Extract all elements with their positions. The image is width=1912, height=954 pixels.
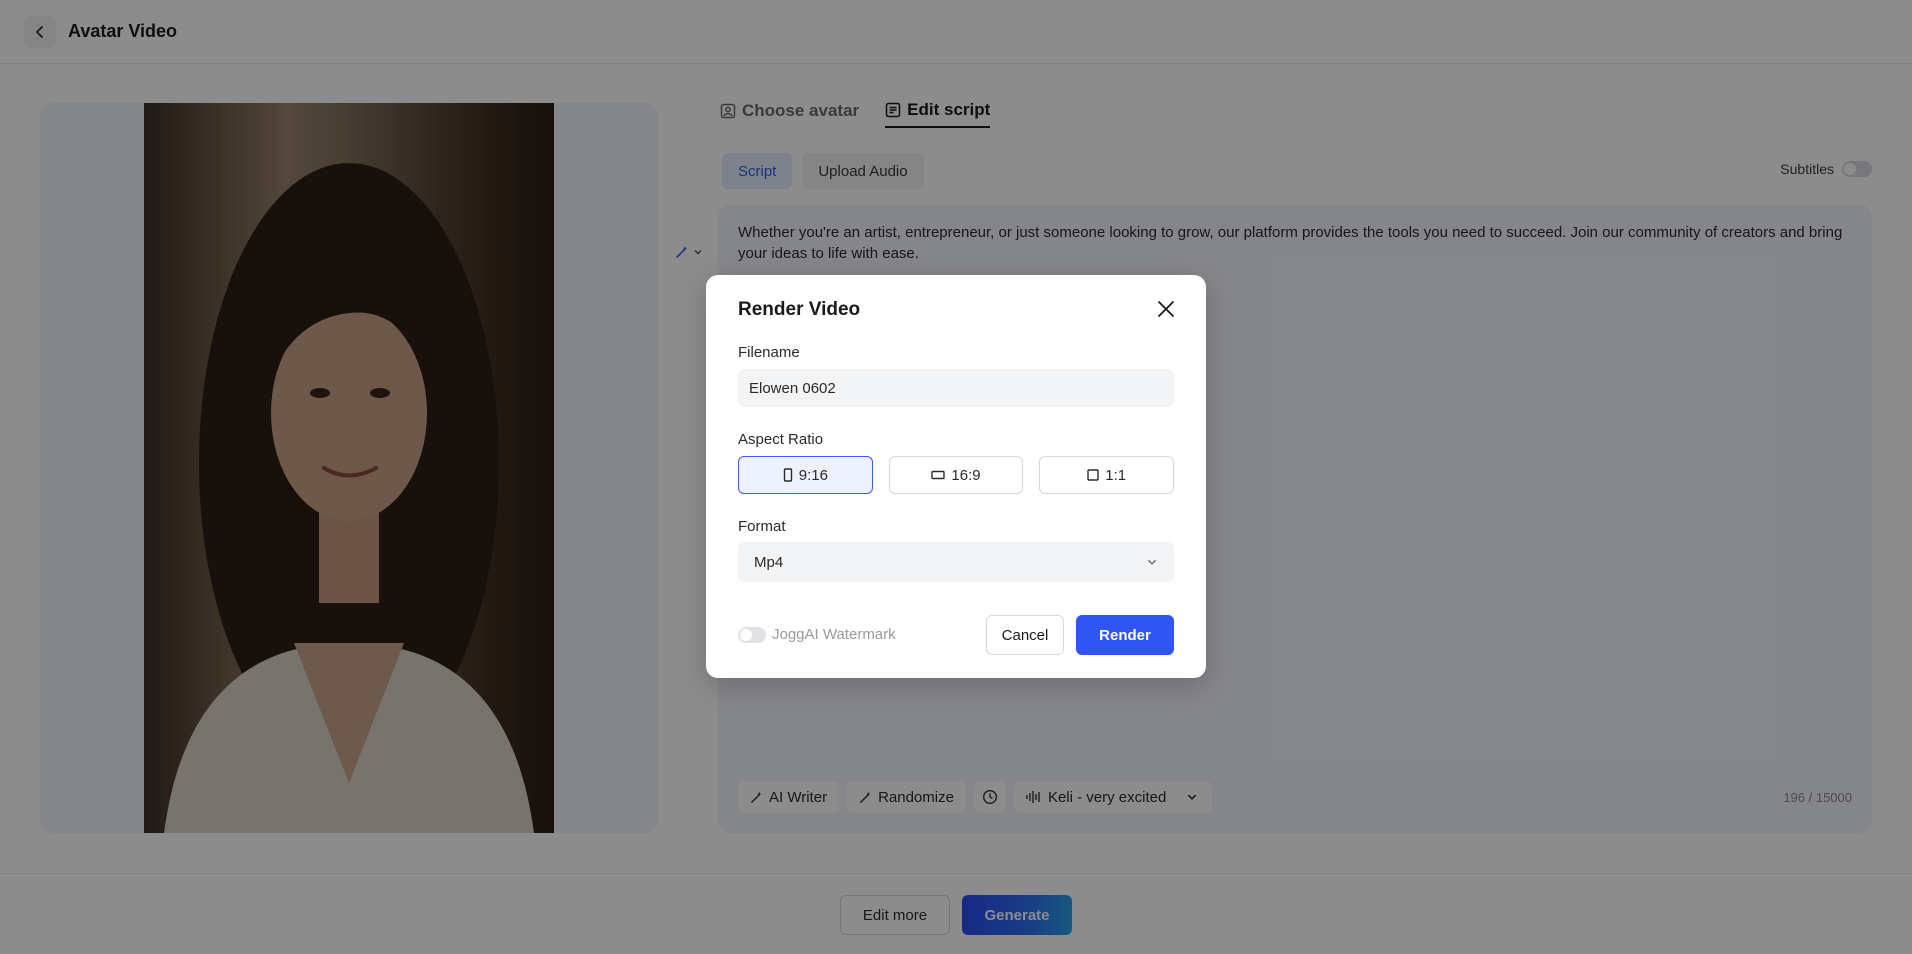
watermark-control: JoggAI Watermark xyxy=(738,626,896,643)
format-select[interactable]: Mp4 xyxy=(738,542,1174,582)
watermark-label: JoggAI Watermark xyxy=(772,626,896,643)
ratio-label: 9:16 xyxy=(798,466,828,484)
render-video-dialog: Render Video Filename Elowen 0602 Aspect… xyxy=(706,275,1206,678)
landscape-icon xyxy=(931,470,946,480)
chevron-down-icon xyxy=(1147,559,1157,565)
render-button[interactable]: Render xyxy=(1076,615,1174,655)
dialog-title: Render Video xyxy=(738,299,861,320)
aspect-ratio-label: Aspect Ratio xyxy=(738,431,824,448)
ratio-16-9-option[interactable]: 16:9 xyxy=(888,456,1024,494)
square-icon xyxy=(1087,469,1099,481)
format-value: Mp4 xyxy=(754,553,784,571)
aspect-ratio-group: 9:16 16:9 1:1 xyxy=(738,456,1175,494)
portrait-icon xyxy=(783,468,792,482)
filename-input[interactable]: Elowen 0602 xyxy=(738,369,1174,407)
ratio-label: 1:1 xyxy=(1105,466,1127,484)
close-button[interactable] xyxy=(1154,297,1178,321)
format-label: Format xyxy=(738,518,786,535)
ratio-label: 16:9 xyxy=(951,466,981,484)
ratio-1-1-option[interactable]: 1:1 xyxy=(1039,456,1175,494)
watermark-toggle[interactable] xyxy=(738,626,766,643)
cancel-button[interactable]: Cancel xyxy=(986,615,1064,655)
filename-label: Filename xyxy=(738,344,800,361)
ratio-9-16-option[interactable]: 9:16 xyxy=(738,456,873,494)
close-icon xyxy=(1158,301,1174,317)
